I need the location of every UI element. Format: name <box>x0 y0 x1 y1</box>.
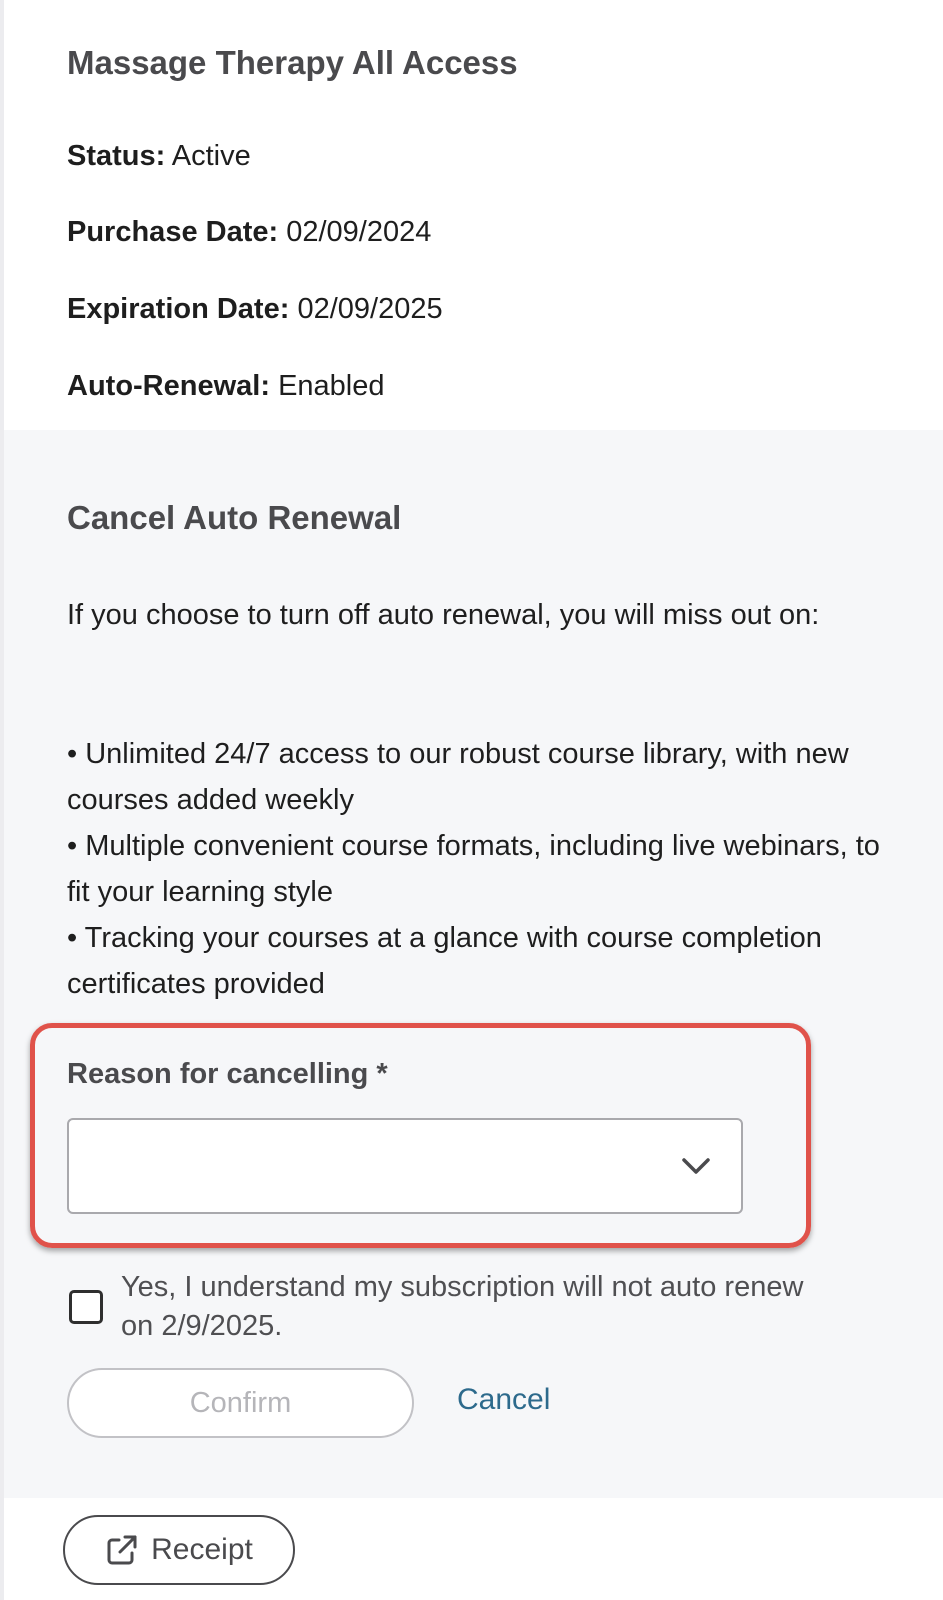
cancel-auto-renewal-panel: Cancel Auto Renewal If you choose to tur… <box>4 430 943 1498</box>
status-value: Active <box>171 140 251 172</box>
receipt-button[interactable]: Receipt <box>63 1515 295 1585</box>
chevron-down-icon <box>682 1158 710 1174</box>
reason-select[interactable] <box>67 1118 743 1214</box>
auto-renewal-label: Auto-Renewal: <box>67 370 270 402</box>
expiration-date-label: Expiration Date: <box>67 293 290 325</box>
cancel-intro-text: If you choose to turn off auto renewal, … <box>67 599 820 631</box>
status-label: Status: <box>67 140 166 172</box>
purchase-date-row: Purchase Date: 02/09/2024 <box>67 216 431 249</box>
benefit-item: • Tracking your courses at a glance with… <box>67 922 822 1000</box>
acknowledge-checkbox[interactable] <box>69 1290 103 1324</box>
reason-label: Reason for cancelling * <box>67 1058 388 1090</box>
purchase-date-value: 02/09/2024 <box>286 216 432 248</box>
receipt-label: Receipt <box>151 1533 253 1566</box>
benefits-list: • Unlimited 24/7 access to our robust co… <box>67 731 887 1007</box>
expiration-date-value: 02/09/2025 <box>297 293 443 325</box>
subscription-summary: Massage Therapy All Access Status: Activ… <box>4 0 943 430</box>
expiration-date-row: Expiration Date: 02/09/2025 <box>67 293 443 326</box>
benefit-item: • Multiple convenient course formats, in… <box>67 830 880 908</box>
cancel-auto-renewal-title: Cancel Auto Renewal <box>67 499 402 536</box>
product-title: Massage Therapy All Access <box>67 44 518 81</box>
external-link-icon <box>107 1535 137 1565</box>
confirm-button[interactable]: Confirm <box>67 1368 414 1438</box>
cancel-link[interactable]: Cancel <box>457 1383 550 1417</box>
auto-renewal-row: Auto-Renewal: Enabled <box>67 370 385 403</box>
auto-renewal-value: Enabled <box>278 370 385 402</box>
status-row: Status: Active <box>67 140 251 173</box>
benefit-item: • Unlimited 24/7 access to our robust co… <box>67 738 849 816</box>
acknowledge-text: Yes, I understand my subscription will n… <box>121 1271 804 1342</box>
purchase-date-label: Purchase Date: <box>67 216 279 248</box>
